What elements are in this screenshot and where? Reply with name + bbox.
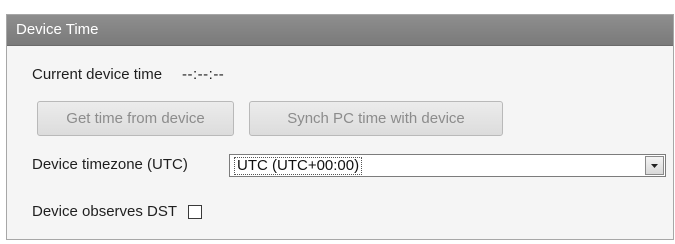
dst-row: Device observes DST (7, 203, 673, 223)
dst-checkbox[interactable] (188, 205, 202, 219)
timezone-label: Device timezone (UTC) (32, 156, 188, 173)
dst-label: Device observes DST (32, 203, 178, 220)
timezone-select[interactable]: UTC (UTC+00:00) (229, 154, 666, 177)
device-time-panel: Device Time Current device time --:--:--… (6, 14, 674, 240)
current-time-label: Current device time (32, 66, 163, 83)
synch-pc-time-button[interactable]: Synch PC time with device (249, 101, 503, 136)
panel-title: Device Time (7, 15, 673, 46)
current-time-row: Current device time --:--:-- (7, 66, 673, 86)
timezone-row: Device timezone (UTC) UTC (UTC+00:00) (7, 154, 673, 177)
button-row: Get time from device Synch PC time with … (7, 101, 673, 137)
current-time-value: --:--:-- (182, 66, 225, 83)
device-time-window: Device Time Current device time --:--:--… (0, 0, 675, 244)
timezone-selected-value: UTC (UTC+00:00) (234, 157, 363, 175)
clipped-previous-content (0, 0, 675, 14)
get-time-button[interactable]: Get time from device (37, 101, 234, 136)
chevron-down-icon[interactable] (645, 156, 664, 175)
